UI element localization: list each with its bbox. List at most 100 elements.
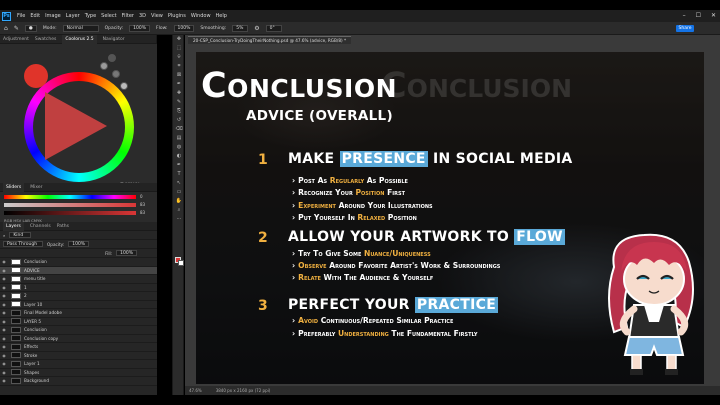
smoothing-field[interactable]: 5%	[232, 24, 249, 32]
visibility-eye-icon[interactable]: ◉	[0, 378, 8, 383]
lasso-tool-icon[interactable]: ⌾	[173, 53, 185, 62]
hue-slider[interactable]	[4, 195, 136, 199]
visibility-eye-icon[interactable]: ◉	[0, 327, 8, 332]
visibility-eye-icon[interactable]: ◉	[0, 268, 8, 273]
visibility-eye-icon[interactable]: ◉	[0, 336, 8, 341]
visibility-eye-icon[interactable]: ◉	[0, 276, 8, 281]
menu-item-file[interactable]: File	[17, 13, 25, 19]
visibility-eye-icon[interactable]: ◉	[0, 259, 8, 264]
layer-row[interactable]: ◉ Conclusion	[0, 326, 157, 335]
menu-item-select[interactable]: Select	[101, 13, 116, 19]
layer-row[interactable]: ◉ 2	[0, 292, 157, 301]
brush-tool-icon[interactable]: ✎	[173, 98, 185, 107]
menu-item-plugins[interactable]: Plugins	[168, 13, 186, 19]
layer-row[interactable]: ◉ Final Model adobe	[0, 309, 157, 318]
visibility-eye-icon[interactable]: ◉	[0, 285, 8, 290]
maximize-icon[interactable]: ☐	[696, 12, 701, 19]
canvas[interactable]: Conclusion Conclusion ADVICE (OVERALL) 1…	[196, 52, 704, 384]
layer-row[interactable]: ◉ Layer 10	[0, 301, 157, 309]
layer-row[interactable]: ◉ menu title	[0, 275, 157, 284]
opacity-field[interactable]: 100%	[129, 24, 150, 32]
search-icon[interactable]: ⌕	[3, 233, 5, 238]
flow-field[interactable]: 100%	[173, 24, 195, 32]
pen-tool-icon[interactable]: ✒	[173, 161, 185, 170]
zoom-readout[interactable]: 47.6%	[189, 386, 202, 395]
clone-stamp-tool-icon[interactable]: ⎘	[173, 107, 185, 116]
home-icon[interactable]: ⌂	[4, 25, 8, 32]
tab-adjustment[interactable]: Adjustment	[3, 37, 29, 42]
tab-navigator[interactable]: Navigator	[103, 37, 125, 42]
settings-gear-icon[interactable]: ⚙	[254, 25, 259, 32]
shape-tool-icon[interactable]: ▭	[173, 188, 185, 197]
tab-sliders[interactable]: Sliders	[3, 182, 25, 192]
layer-row[interactable]: ◉ Effects	[0, 343, 157, 352]
layer-row[interactable]: ◉ 1	[0, 284, 157, 292]
menu-item-view[interactable]: View	[151, 13, 163, 19]
mode-select[interactable]: Normal	[62, 24, 99, 32]
menu-item-filter[interactable]: Filter	[122, 13, 134, 19]
tab-paths[interactable]: Paths	[57, 224, 69, 229]
layer-row[interactable]: ◉ Conclusion copy	[0, 335, 157, 343]
move-tool-icon[interactable]: ✥	[173, 35, 185, 44]
menu-item-3d[interactable]: 3D	[139, 13, 146, 19]
frame-tool-icon[interactable]: ⊠	[173, 71, 185, 80]
recent-swatch[interactable]	[100, 62, 108, 70]
visibility-eye-icon[interactable]: ◉	[0, 344, 8, 349]
layer-row[interactable]: ◉ ADVICE	[0, 266, 157, 275]
blend-mode-select[interactable]: Pass Through	[3, 241, 43, 247]
recent-swatch[interactable]	[120, 82, 128, 90]
angle-field[interactable]: 0°	[265, 24, 282, 32]
layer-row[interactable]: ◉ Stroke	[0, 352, 157, 360]
minimize-icon[interactable]: –	[683, 12, 686, 19]
menu-item-edit[interactable]: Edit	[30, 13, 40, 19]
path-selection-tool-icon[interactable]: ↖	[173, 179, 185, 188]
hand-tool-icon[interactable]: ✋	[173, 197, 185, 206]
visibility-eye-icon[interactable]: ◉	[0, 310, 8, 315]
layer-row[interactable]: ◉ Conclusion	[0, 258, 157, 267]
blur-tool-icon[interactable]: ◍	[173, 143, 185, 152]
type-tool-icon[interactable]: T	[173, 170, 185, 179]
visibility-eye-icon[interactable]: ◉	[0, 370, 8, 375]
brush-preset-picker[interactable]: ●	[24, 24, 37, 32]
crop-tool-icon[interactable]: ⌗	[173, 62, 185, 71]
menu-item-window[interactable]: Window	[191, 13, 211, 19]
background-color-swatch[interactable]	[178, 260, 184, 266]
visibility-eye-icon[interactable]: ◉	[0, 361, 8, 366]
gradient-tool-icon[interactable]: ▤	[173, 134, 185, 143]
recent-swatch[interactable]	[112, 70, 120, 78]
menu-item-type[interactable]: Type	[85, 13, 96, 19]
eyedropper-tool-icon[interactable]: ✒	[173, 80, 185, 89]
menu-item-image[interactable]: Image	[45, 13, 61, 19]
brush-tool-icon[interactable]: ✎	[14, 25, 19, 32]
layer-row[interactable]: ◉ Shapes	[0, 369, 157, 377]
current-color-swatch[interactable]	[24, 64, 48, 88]
layer-opacity-field[interactable]: 100%	[68, 241, 90, 247]
saturation-slider[interactable]	[4, 203, 136, 207]
visibility-eye-icon[interactable]: ◉	[0, 302, 8, 307]
marquee-tool-icon[interactable]: ⬚	[173, 44, 185, 53]
visibility-eye-icon[interactable]: ◉	[0, 293, 8, 298]
visibility-eye-icon[interactable]: ◉	[0, 353, 8, 358]
brightness-slider[interactable]	[4, 211, 136, 215]
dodge-tool-icon[interactable]: ◐	[173, 152, 185, 161]
close-icon[interactable]: ✕	[711, 12, 716, 19]
history-brush-tool-icon[interactable]: ↺	[173, 116, 185, 125]
document-tab[interactable]: 20-CSP_Conclusion-TryDoingTheirNothing.p…	[188, 36, 352, 44]
layer-kind-filter[interactable]: Kind	[9, 232, 32, 238]
zoom-tool-icon[interactable]: ⌕	[173, 206, 185, 215]
layer-row[interactable]: ◉ Background	[0, 377, 157, 386]
eraser-tool-icon[interactable]: ⌫	[173, 125, 185, 134]
healing-tool-icon[interactable]: ✚	[173, 89, 185, 98]
tab-channels[interactable]: Channels	[30, 224, 51, 229]
layer-fill-field[interactable]: 100%	[116, 250, 137, 256]
layer-row[interactable]: ◉ LAYER 5	[0, 318, 157, 326]
layer-row[interactable]: ◉ Layer 1	[0, 360, 157, 369]
tab-coolorus-2-5[interactable]: Coolorus 2.5	[62, 34, 97, 44]
tab-mixer[interactable]: Mixer	[30, 185, 42, 190]
saturation-triangle[interactable]	[45, 92, 107, 160]
share-button[interactable]: Share	[676, 25, 694, 32]
recent-swatch[interactable]	[108, 54, 116, 62]
tab-swatches[interactable]: Swatches	[35, 37, 57, 42]
menu-item-help[interactable]: Help	[216, 13, 227, 19]
more-tools-icon[interactable]: ⋯	[173, 215, 185, 224]
